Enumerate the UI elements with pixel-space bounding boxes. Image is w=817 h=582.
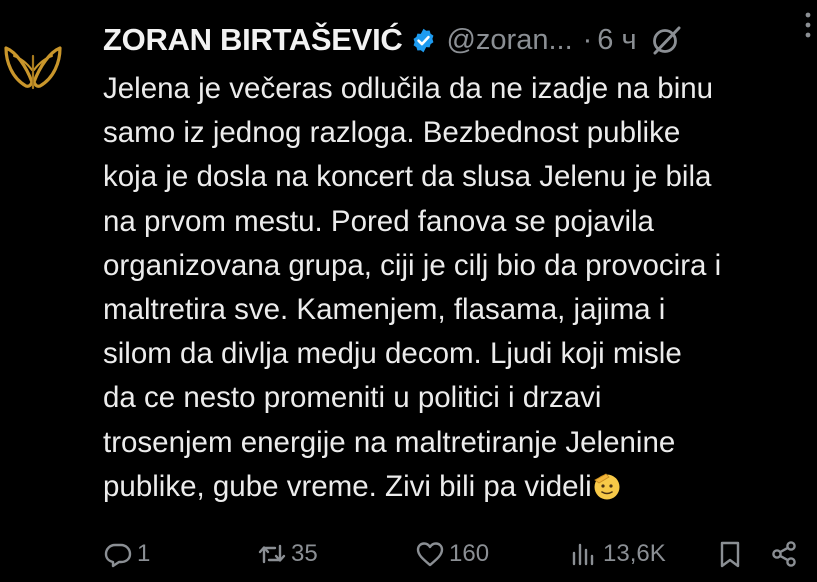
tweet-text-line: organizovana grupa, ciji je cilj bio da … — [103, 248, 722, 282]
handle[interactable]: @zoran... — [446, 24, 572, 57]
tweet-text-line: samo iz jednog razloga. Bezbednost publi… — [103, 116, 681, 150]
bookmark-button[interactable] — [715, 534, 745, 574]
repost-icon — [258, 544, 286, 564]
tweet-text-line-last: publike, gube vreme. Zivi bili pa videli — [103, 465, 815, 509]
like-count: 160 — [449, 540, 490, 567]
avatar[interactable] — [2, 38, 64, 96]
repost-count: 35 — [291, 540, 318, 567]
tweet-text-line: silom da divlja medju decom. Ljudi koji … — [103, 337, 682, 371]
reply-count: 1 — [137, 540, 151, 567]
like-button[interactable]: 160 — [415, 534, 489, 574]
share-button[interactable] — [769, 534, 799, 574]
tweet-text-line: Jelena je večeras odlučila da ne izadje … — [103, 72, 714, 105]
more-options-icon[interactable] — [801, 8, 815, 42]
butterfly-logo-icon — [4, 46, 62, 90]
tweet-text: Jelena je večeras odlučila da ne izadje … — [103, 67, 815, 509]
repost-button[interactable]: 35 — [257, 534, 318, 574]
tweet-text-line: trosenjem energije na maltretiranje Jele… — [103, 425, 676, 459]
heart-icon — [416, 542, 444, 567]
views-icon — [572, 543, 594, 566]
display-name[interactable]: ZORAN BIRTAŠEVIĆ — [103, 22, 403, 58]
tweet-text-line: da ce nesto promeniti u politici i drzav… — [103, 381, 602, 415]
tweet-text-line: maltretira sve. Kamenjem, flasama, jajim… — [103, 293, 666, 327]
saluting-face-emoji-icon — [593, 473, 620, 500]
separator-dot: · — [582, 23, 593, 56]
reply-button[interactable]: 1 — [103, 534, 150, 574]
view-count: 13,6K — [603, 540, 666, 567]
verified-badge-icon[interactable] — [410, 27, 437, 54]
tweet-actions: 1 35 160 13,6K — [103, 534, 817, 578]
grok-icon[interactable] — [649, 23, 683, 57]
tweet-text-line: koja je dosla na koncert da slusa Jelenu… — [103, 160, 712, 194]
tweet-header: ZORAN BIRTAŠEVIĆ @zoran... · 6 ч — [103, 16, 817, 64]
share-icon — [772, 541, 796, 567]
views-button[interactable]: 13,6K — [569, 534, 666, 574]
tweet-text-line: na prvom mestu. Pored fanova se pojavila — [103, 204, 654, 238]
reply-icon — [104, 543, 132, 568]
tweet-text-line: publike, gube vreme. Zivi bili pa videli — [103, 469, 592, 503]
tweet[interactable]: ZORAN BIRTAŠEVIĆ @zoran... · 6 ч Jelena … — [0, 0, 817, 582]
timestamp[interactable]: 6 ч — [597, 24, 636, 57]
bookmark-icon — [720, 541, 740, 568]
